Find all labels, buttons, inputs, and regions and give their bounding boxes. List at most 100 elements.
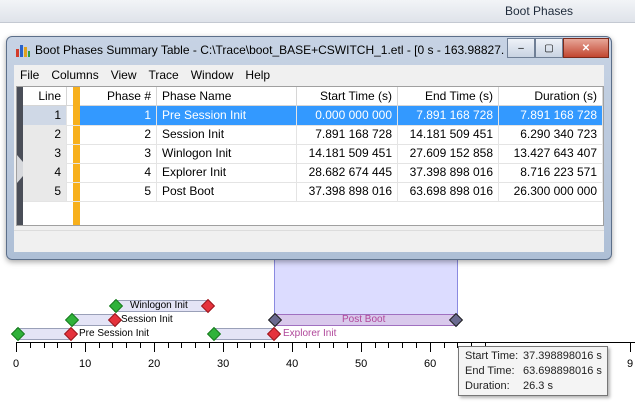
cell-start-time: 37.398 898 016: [297, 182, 398, 201]
column-header-end-time[interactable]: End Time (s): [398, 87, 499, 105]
cell-line: 5: [23, 182, 67, 201]
cell-start-time: 7.891 168 728: [297, 125, 398, 144]
axis-tick: [250, 343, 251, 348]
table-row[interactable]: 2 2 Session Init 7.891 168 728 14.181 50…: [23, 125, 603, 145]
minimize-button[interactable]: –: [507, 38, 535, 58]
summary-table-window: Boot Phases Summary Table - C:\Trace\boo…: [6, 36, 612, 260]
axis-tick: [630, 343, 631, 352]
table-row[interactable]: 4 4 Explorer Init 28.682 674 445 37.398 …: [23, 163, 603, 183]
axis-tick: [306, 343, 307, 348]
axis-tick: [44, 343, 45, 348]
axis-tick: [168, 343, 169, 348]
column-header-duration[interactable]: Duration (s): [499, 87, 603, 105]
axis-tick: [444, 343, 445, 348]
cell-phase-number: 1: [80, 106, 157, 125]
cell-duration: 13.427 643 407: [499, 144, 603, 163]
cell-phase-number: 5: [80, 182, 157, 201]
phase-label-post-boot: Post Boot: [342, 314, 386, 325]
axis-tick: [140, 343, 141, 348]
cell-phase-name: Post Boot: [157, 182, 297, 201]
phase-tooltip: Start Time: 37.398898016 s End Time: 63.69…: [458, 346, 608, 396]
minimize-icon: –: [518, 42, 524, 54]
graph-title: Boot Phases: [505, 4, 574, 18]
menu-file[interactable]: File: [14, 68, 45, 82]
column-header-start-time[interactable]: Start Time (s): [297, 87, 398, 105]
tooltip-end-label: End Time:: [465, 365, 515, 377]
cell-phase-name: Explorer Init: [157, 163, 297, 182]
table-row[interactable]: 5 5 Post Boot 37.398 898 016 63.698 898 …: [23, 182, 603, 202]
column-header-line[interactable]: Line: [23, 87, 67, 105]
axis-tick: [181, 343, 182, 348]
close-button[interactable]: ✕: [563, 38, 609, 58]
bar-chart-icon: [16, 45, 30, 57]
cell-duration: 6.290 340 723: [499, 125, 603, 144]
cell-line: 2: [23, 125, 67, 144]
axis-tick: [126, 343, 127, 348]
menu-window[interactable]: Window: [185, 68, 240, 82]
menu-help[interactable]: Help: [239, 68, 276, 82]
time-axis: [16, 342, 635, 343]
menu-bar: File Columns View Trace Window Help: [14, 65, 604, 85]
table-row[interactable]: 3 3 Winlogon Init 14.181 509 451 27.609 …: [23, 144, 603, 164]
menu-columns[interactable]: Columns: [45, 68, 104, 82]
cell-line: 1: [23, 106, 67, 125]
cell-phase-name: Session Init: [157, 125, 297, 144]
cell-start-time: 28.682 674 445: [297, 163, 398, 182]
axis-tick: [430, 343, 431, 352]
maximize-icon: ▢: [544, 42, 554, 54]
phase-label-session-init: Session Init: [121, 314, 173, 325]
axis-tick: [112, 343, 113, 348]
status-bar: [14, 230, 604, 251]
graph-header: Boot Phases: [0, 0, 635, 23]
tooltip-end-value: 63.698898016 s: [523, 365, 602, 377]
cell-duration: 26.300 000 000: [499, 182, 603, 201]
axis-tick: [57, 343, 58, 348]
axis-tick-label: 10: [79, 358, 92, 370]
cell-line: 4: [23, 163, 67, 182]
cell-phase-name: Pre Session Init: [157, 106, 297, 125]
axis-tick: [319, 343, 320, 348]
axis-tick-label: 9: [627, 358, 634, 370]
close-icon: ✕: [581, 42, 591, 54]
phase-label-winlogon-init: Winlogon Init: [130, 300, 188, 311]
axis-tick: [416, 343, 417, 348]
table-header-row: Line Phase # Phase Name Start Time (s) E…: [23, 87, 603, 106]
axis-tick: [99, 343, 100, 348]
axis-tick-label: 30: [217, 358, 230, 370]
axis-tick-label: 40: [286, 358, 299, 370]
phase-label-pre-session-init: Pre Session Init: [79, 328, 150, 339]
cell-start-time: 14.181 509 451: [297, 144, 398, 163]
menu-trace[interactable]: Trace: [143, 68, 185, 82]
cell-end-time: 14.181 509 451: [398, 125, 499, 144]
tooltip-duration-label: Duration:: [465, 380, 510, 392]
axis-tick: [278, 343, 279, 348]
window-client-area: Line Phase # Phase Name Start Time (s) E…: [14, 84, 604, 252]
cell-end-time: 27.609 152 858: [398, 144, 499, 163]
phase-bar-explorer-init[interactable]: [213, 328, 275, 340]
tooltip-start-label: Start Time:: [465, 350, 519, 362]
cell-phase-number: 4: [80, 163, 157, 182]
menu-view[interactable]: View: [105, 68, 143, 82]
axis-tick: [30, 343, 31, 348]
axis-tick: [347, 343, 348, 348]
axis-tick: [237, 343, 238, 348]
axis-tick: [375, 343, 376, 348]
axis-tick: [402, 343, 403, 348]
maximize-button[interactable]: ▢: [535, 38, 563, 58]
axis-tick-label: 50: [355, 358, 368, 370]
cell-end-time: 63.698 898 016: [398, 182, 499, 201]
axis-tick: [292, 343, 293, 352]
cell-duration: 7.891 168 728: [499, 106, 603, 125]
window-title: Boot Phases Summary Table - C:\Trace\boo…: [35, 43, 505, 57]
axis-tick: [195, 343, 196, 348]
cell-phase-number: 2: [80, 125, 157, 144]
tooltip-duration-value: 26.3 s: [523, 380, 553, 392]
axis-tick: [71, 343, 72, 348]
column-header-phase-number[interactable]: Phase #: [74, 87, 157, 105]
table-row[interactable]: 1 1 Pre Session Init 0.000 000 000 7.891…: [23, 106, 603, 126]
column-header-phase-name[interactable]: Phase Name: [157, 87, 297, 105]
axis-tick-label: 60: [424, 358, 437, 370]
window-titlebar[interactable]: Boot Phases Summary Table - C:\Trace\boo…: [7, 37, 611, 64]
cell-start-time: 0.000 000 000: [297, 106, 398, 125]
phases-table: Line Phase # Phase Name Start Time (s) E…: [16, 86, 604, 226]
